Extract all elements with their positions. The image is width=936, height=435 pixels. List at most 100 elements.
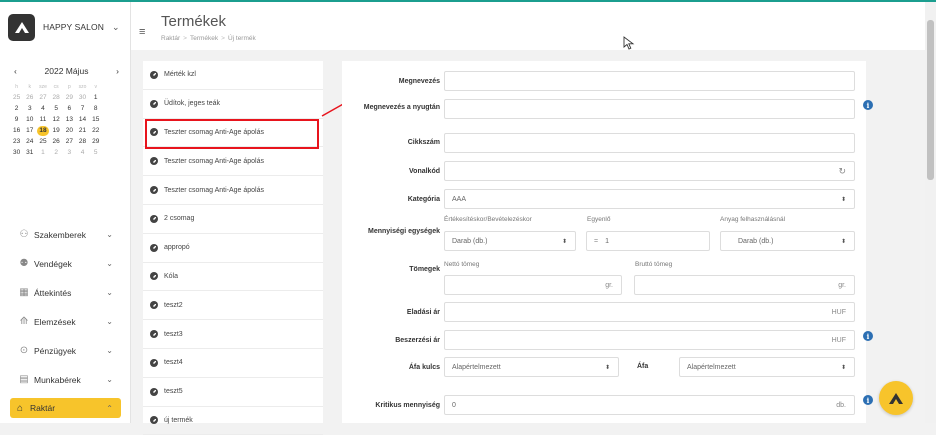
- product-list-item[interactable]: Üdítok, jeges teák: [143, 90, 323, 119]
- name-receipt-input[interactable]: [444, 99, 855, 119]
- units-sale-select[interactable]: Darab (db.) ⬍: [444, 231, 576, 251]
- calendar-day[interactable]: 13: [63, 116, 76, 123]
- menu-toggle-icon[interactable]: ≡: [139, 26, 145, 38]
- calendar-day[interactable]: 26: [23, 94, 36, 101]
- product-name: Mérték kzl: [164, 71, 196, 79]
- help-fab-button[interactable]: [879, 381, 913, 415]
- purchase-price-input[interactable]: HUF: [444, 330, 855, 350]
- calendar-day[interactable]: 14: [76, 116, 89, 123]
- calendar-day[interactable]: 9: [10, 116, 23, 123]
- calendar-day[interactable]: 20: [63, 127, 76, 134]
- calendar-day[interactable]: 30: [10, 149, 23, 156]
- calendar-day[interactable]: 29: [63, 94, 76, 101]
- product-list-item[interactable]: teszt5: [143, 378, 323, 407]
- calendar-next-button[interactable]: ›: [116, 66, 119, 76]
- units-usage-select[interactable]: Darab (db.) ⬍: [720, 231, 855, 251]
- calendar-day[interactable]: 1: [36, 149, 49, 156]
- calendar-day[interactable]: 25: [36, 138, 49, 145]
- scrollbar-thumb[interactable]: [927, 20, 934, 180]
- calendar-day[interactable]: 19: [50, 127, 63, 134]
- product-list-item[interactable]: teszt3: [143, 320, 323, 349]
- calendar-day[interactable]: 6: [63, 105, 76, 112]
- brand-switcher[interactable]: HAPPY SALON ⌄: [8, 12, 128, 42]
- calendar-day[interactable]: 29: [89, 138, 102, 145]
- calendar-day[interactable]: 8: [89, 105, 102, 112]
- calendar-day[interactable]: 17: [23, 127, 36, 134]
- calendar-day[interactable]: 2: [10, 105, 23, 112]
- calendar-day[interactable]: 24: [23, 138, 36, 145]
- units-equal-input[interactable]: = 1: [586, 231, 710, 251]
- gross-weight-input[interactable]: gr.: [634, 275, 855, 295]
- calendar-day[interactable]: 27: [36, 94, 49, 101]
- product-list-item[interactable]: Teszter csomag Anti-Age ápolás: [143, 147, 323, 177]
- product-tag-icon: [150, 99, 158, 108]
- calendar-day[interactable]: 2: [50, 149, 63, 156]
- calendar-day[interactable]: 28: [76, 138, 89, 145]
- calendar-day[interactable]: 21: [76, 127, 89, 134]
- calendar-day[interactable]: 10: [23, 116, 36, 123]
- vat-key-select[interactable]: Alapértelmezett ⬍: [444, 357, 619, 377]
- nav-item-4[interactable]: ⟰ Elemzések ⌄: [0, 307, 131, 336]
- nav-item-5[interactable]: ⊙ Pénzügyek ⌄: [0, 336, 131, 365]
- info-icon[interactable]: i: [863, 331, 873, 341]
- select-caret-icon: ⬍: [840, 364, 846, 371]
- calendar-day[interactable]: 25: [10, 94, 23, 101]
- equal-sign: =: [594, 237, 599, 245]
- calendar-day[interactable]: 16: [10, 127, 23, 134]
- calendar-weekday: p: [67, 83, 71, 90]
- calendar-day[interactable]: 1: [89, 94, 102, 101]
- calendar-day[interactable]: 15: [89, 116, 102, 123]
- sku-input[interactable]: [444, 133, 855, 153]
- calendar-day[interactable]: 26: [50, 138, 63, 145]
- calendar-day[interactable]: 3: [63, 149, 76, 156]
- calendar-day[interactable]: 4: [76, 149, 89, 156]
- calendar-day[interactable]: 18: [36, 125, 49, 136]
- product-list-item[interactable]: appropó: [143, 234, 323, 263]
- nav-item-6[interactable]: ▤ Munkabérek ⌄: [0, 365, 131, 394]
- calendar-prev-button[interactable]: ‹: [14, 66, 17, 76]
- calendar-day[interactable]: 5: [89, 149, 102, 156]
- mini-calendar: ‹ 2022 Május › h k sze cs p szo v 25 26 27 28 29 30 1…: [0, 64, 131, 158]
- nav-item-1[interactable]: ⚇ Szakemberek ⌄: [0, 220, 131, 249]
- sale-price-input[interactable]: HUF: [444, 302, 855, 322]
- calendar-day[interactable]: 30: [76, 94, 89, 101]
- calendar-day[interactable]: 11: [36, 116, 49, 123]
- refresh-icon[interactable]: ↻: [838, 166, 846, 177]
- nav-item-7[interactable]: ⌂ Raktár ⌃: [10, 398, 121, 418]
- nav-item-2[interactable]: ⚉ Vendégek ⌄: [0, 249, 131, 278]
- name-input[interactable]: [444, 71, 855, 91]
- critical-qty-input[interactable]: 0 db.: [444, 395, 855, 415]
- breadcrumb-item[interactable]: Termékek: [190, 35, 218, 42]
- product-list-item[interactable]: teszt4: [143, 349, 323, 378]
- page-scrollbar[interactable]: [925, 2, 936, 423]
- product-list-item[interactable]: Teszter csomag Anti-Age ápolás: [143, 176, 323, 205]
- product-list-item[interactable]: teszt2: [143, 291, 323, 321]
- product-name: Teszter csomag Anti-Age ápolás: [164, 186, 264, 194]
- calendar-day[interactable]: 4: [36, 105, 49, 112]
- calendar-day[interactable]: 27: [63, 138, 76, 145]
- calendar-day[interactable]: 23: [10, 138, 23, 145]
- vat-select[interactable]: Alapértelmezett ⬍: [679, 357, 855, 377]
- product-list-item[interactable]: Kóla: [143, 263, 323, 292]
- calendar-day[interactable]: 22: [89, 127, 102, 134]
- calendar-day[interactable]: 31: [23, 149, 36, 156]
- nav-item-3[interactable]: ▦ Áttekintés ⌄: [0, 278, 131, 307]
- breadcrumb-item[interactable]: Raktár: [161, 35, 180, 42]
- product-list-item[interactable]: Mérték kzl: [143, 61, 323, 90]
- category-select[interactable]: AAA ⬍: [444, 189, 855, 209]
- product-list-item[interactable]: új termék: [143, 407, 323, 435]
- info-icon[interactable]: i: [863, 100, 873, 110]
- product-name: teszt2: [164, 301, 183, 309]
- calendar-day[interactable]: 5: [50, 105, 63, 112]
- calendar-weekday: cs: [53, 83, 59, 90]
- net-weight-input[interactable]: gr.: [444, 275, 622, 295]
- barcode-input[interactable]: ↻: [444, 161, 855, 181]
- calendar-day[interactable]: 28: [50, 94, 63, 101]
- calendar-day[interactable]: 12: [50, 116, 63, 123]
- calendar-day[interactable]: 7: [76, 105, 89, 112]
- calendar-day[interactable]: 3: [23, 105, 36, 112]
- product-list-item[interactable]: 2 csomag: [143, 205, 323, 234]
- info-icon[interactable]: i: [863, 395, 873, 405]
- purchase-price-currency: HUF: [831, 336, 846, 344]
- select-caret-icon: ⬍: [561, 238, 567, 245]
